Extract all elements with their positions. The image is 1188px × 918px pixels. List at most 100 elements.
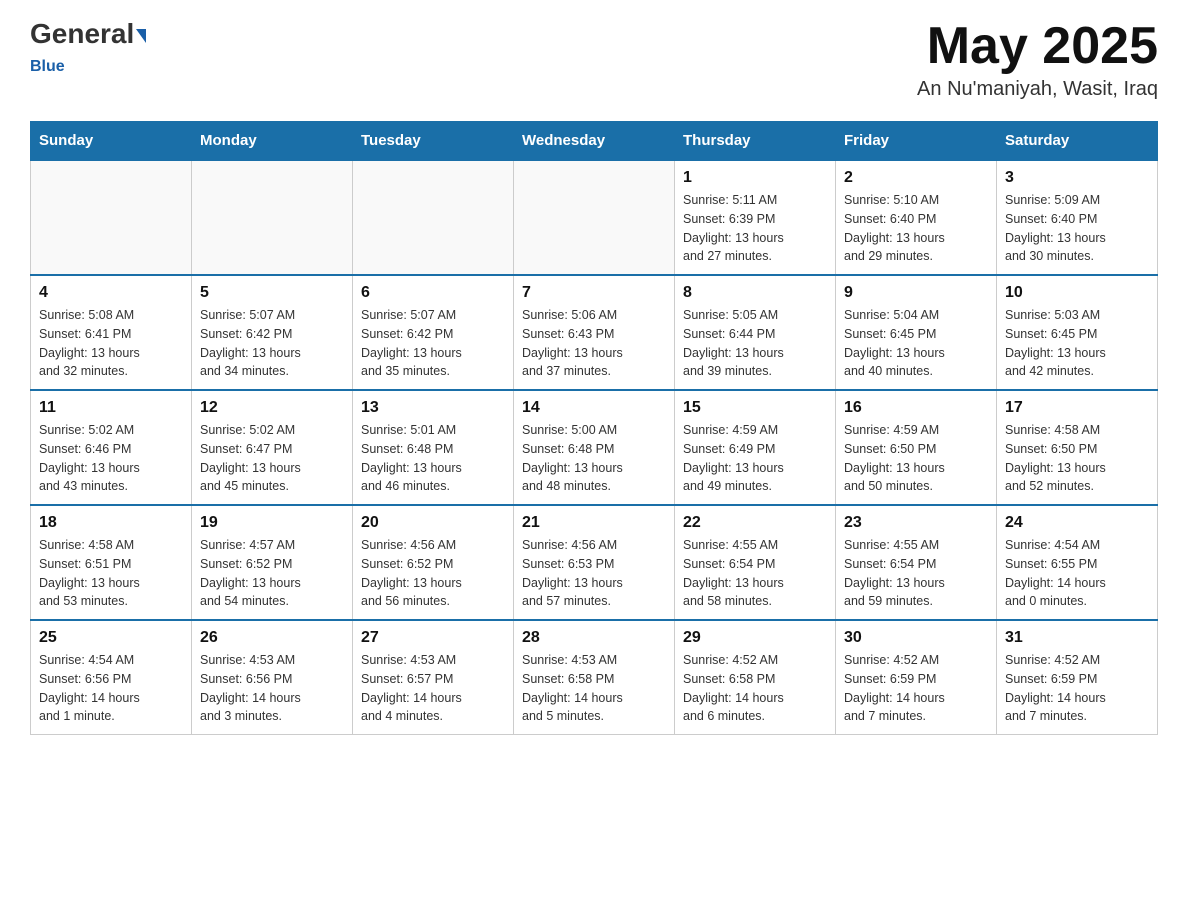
day-info: Sunrise: 4:52 AMSunset: 6:59 PMDaylight:… — [844, 651, 988, 726]
day-number: 24 — [1005, 514, 1149, 532]
calendar-cell — [514, 160, 675, 275]
calendar-cell: 28 Sunrise: 4:53 AMSunset: 6:58 PMDayligh… — [514, 620, 675, 735]
day-number: 1 — [683, 169, 827, 187]
day-number: 6 — [361, 284, 505, 302]
day-info: Sunrise: 4:53 AMSunset: 6:56 PMDaylight:… — [200, 651, 344, 726]
day-info: Sunrise: 5:01 AMSunset: 6:48 PMDaylight:… — [361, 421, 505, 496]
page-header: General Blue May 2025 An Nu'maniyah, Was… — [30, 20, 1158, 101]
day-number: 28 — [522, 629, 666, 647]
day-number: 29 — [683, 629, 827, 647]
day-number: 7 — [522, 284, 666, 302]
location-title: An Nu'maniyah, Wasit, Iraq — [917, 78, 1158, 101]
day-info: Sunrise: 5:10 AMSunset: 6:40 PMDaylight:… — [844, 191, 988, 266]
title-area: May 2025 An Nu'maniyah, Wasit, Iraq — [917, 20, 1158, 101]
calendar-cell: 22 Sunrise: 4:55 AMSunset: 6:54 PMDayligh… — [675, 505, 836, 620]
calendar-cell: 10 Sunrise: 5:03 AMSunset: 6:45 PMDayligh… — [997, 275, 1158, 390]
day-info: Sunrise: 5:04 AMSunset: 6:45 PMDaylight:… — [844, 306, 988, 381]
logo-triangle-icon — [136, 29, 146, 43]
day-info: Sunrise: 5:03 AMSunset: 6:45 PMDaylight:… — [1005, 306, 1149, 381]
calendar-cell: 20 Sunrise: 4:56 AMSunset: 6:52 PMDayligh… — [353, 505, 514, 620]
calendar-cell: 31 Sunrise: 4:52 AMSunset: 6:59 PMDayligh… — [997, 620, 1158, 735]
calendar-cell — [31, 160, 192, 275]
calendar-cell: 29 Sunrise: 4:52 AMSunset: 6:58 PMDayligh… — [675, 620, 836, 735]
day-number: 14 — [522, 399, 666, 417]
day-info: Sunrise: 4:56 AMSunset: 6:53 PMDaylight:… — [522, 536, 666, 611]
calendar-cell: 14Sunrise: 5:00 AMSunset: 6:48 PMDayligh… — [514, 390, 675, 505]
day-info: Sunrise: 4:58 AMSunset: 6:51 PMDaylight:… — [39, 536, 183, 611]
day-info: Sunrise: 5:07 AMSunset: 6:42 PMDaylight:… — [361, 306, 505, 381]
day-number: 21 — [522, 514, 666, 532]
calendar-cell: 23Sunrise: 4:55 AMSunset: 6:54 PMDayligh… — [836, 505, 997, 620]
month-year-title: May 2025 — [917, 20, 1158, 72]
calendar-cell: 5Sunrise: 5:07 AMSunset: 6:42 PMDaylight… — [192, 275, 353, 390]
day-info: Sunrise: 4:59 AMSunset: 6:49 PMDaylight:… — [683, 421, 827, 496]
calendar-cell: 27 Sunrise: 4:53 AMSunset: 6:57 PMDayligh… — [353, 620, 514, 735]
calendar-cell — [353, 160, 514, 275]
day-info: Sunrise: 4:53 AMSunset: 6:58 PMDaylight:… — [522, 651, 666, 726]
weekday-header-monday: Monday — [192, 122, 353, 161]
calendar-cell: 6 Sunrise: 5:07 AMSunset: 6:42 PMDaylight… — [353, 275, 514, 390]
day-number: 16 — [844, 399, 988, 417]
calendar-cell: 9 Sunrise: 5:04 AMSunset: 6:45 PMDaylight… — [836, 275, 997, 390]
day-info: Sunrise: 5:08 AMSunset: 6:41 PMDaylight:… — [39, 306, 183, 381]
day-info: Sunrise: 5:11 AMSunset: 6:39 PMDaylight:… — [683, 191, 827, 266]
calendar-cell: 11Sunrise: 5:02 AMSunset: 6:46 PMDayligh… — [31, 390, 192, 505]
calendar-cell: 7Sunrise: 5:06 AMSunset: 6:43 PMDaylight… — [514, 275, 675, 390]
calendar-cell: 17 Sunrise: 4:58 AMSunset: 6:50 PMDayligh… — [997, 390, 1158, 505]
calendar-cell: 15 Sunrise: 4:59 AMSunset: 6:49 PMDayligh… — [675, 390, 836, 505]
calendar-cell: 2 Sunrise: 5:10 AMSunset: 6:40 PMDaylight… — [836, 160, 997, 275]
day-info: Sunrise: 4:55 AMSunset: 6:54 PMDaylight:… — [683, 536, 827, 611]
calendar-cell: 26 Sunrise: 4:53 AMSunset: 6:56 PMDayligh… — [192, 620, 353, 735]
day-number: 10 — [1005, 284, 1149, 302]
day-number: 20 — [361, 514, 505, 532]
calendar-cell: 8 Sunrise: 5:05 AMSunset: 6:44 PMDaylight… — [675, 275, 836, 390]
logo-general: General — [30, 18, 134, 49]
day-info: Sunrise: 4:56 AMSunset: 6:52 PMDaylight:… — [361, 536, 505, 611]
weekday-header-wednesday: Wednesday — [514, 122, 675, 161]
weekday-header-friday: Friday — [836, 122, 997, 161]
calendar-cell: 30Sunrise: 4:52 AMSunset: 6:59 PMDayligh… — [836, 620, 997, 735]
day-info: Sunrise: 5:02 AMSunset: 6:47 PMDaylight:… — [200, 421, 344, 496]
weekday-header-sunday: Sunday — [31, 122, 192, 161]
calendar-cell: 1 Sunrise: 5:11 AMSunset: 6:39 PMDaylight… — [675, 160, 836, 275]
calendar-table: SundayMondayTuesdayWednesdayThursdayFrid… — [30, 121, 1158, 735]
day-info: Sunrise: 4:54 AMSunset: 6:56 PMDaylight:… — [39, 651, 183, 726]
day-number: 15 — [683, 399, 827, 417]
calendar-cell: 4Sunrise: 5:08 AMSunset: 6:41 PMDaylight… — [31, 275, 192, 390]
logo-blue: Blue — [30, 58, 65, 75]
calendar-cell: 12 Sunrise: 5:02 AMSunset: 6:47 PMDayligh… — [192, 390, 353, 505]
calendar-week-row: 1 Sunrise: 5:11 AMSunset: 6:39 PMDaylight… — [31, 160, 1158, 275]
calendar-week-row: 25 Sunrise: 4:54 AMSunset: 6:56 PMDayligh… — [31, 620, 1158, 735]
day-number: 22 — [683, 514, 827, 532]
day-info: Sunrise: 5:09 AMSunset: 6:40 PMDaylight:… — [1005, 191, 1149, 266]
day-number: 2 — [844, 169, 988, 187]
calendar-cell: 3 Sunrise: 5:09 AMSunset: 6:40 PMDaylight… — [997, 160, 1158, 275]
day-number: 23 — [844, 514, 988, 532]
day-number: 8 — [683, 284, 827, 302]
day-number: 26 — [200, 629, 344, 647]
day-number: 17 — [1005, 399, 1149, 417]
day-info: Sunrise: 4:53 AMSunset: 6:57 PMDaylight:… — [361, 651, 505, 726]
day-number: 25 — [39, 629, 183, 647]
day-number: 11 — [39, 399, 183, 417]
weekday-header-row: SundayMondayTuesdayWednesdayThursdayFrid… — [31, 122, 1158, 161]
day-number: 12 — [200, 399, 344, 417]
day-info: Sunrise: 4:58 AMSunset: 6:50 PMDaylight:… — [1005, 421, 1149, 496]
day-info: Sunrise: 4:52 AMSunset: 6:59 PMDaylight:… — [1005, 651, 1149, 726]
day-info: Sunrise: 4:52 AMSunset: 6:58 PMDaylight:… — [683, 651, 827, 726]
calendar-cell — [192, 160, 353, 275]
day-number: 27 — [361, 629, 505, 647]
calendar-cell: 18 Sunrise: 4:58 AMSunset: 6:51 PMDayligh… — [31, 505, 192, 620]
day-info: Sunrise: 5:05 AMSunset: 6:44 PMDaylight:… — [683, 306, 827, 381]
calendar-cell: 24 Sunrise: 4:54 AMSunset: 6:55 PMDayligh… — [997, 505, 1158, 620]
day-info: Sunrise: 4:57 AMSunset: 6:52 PMDaylight:… — [200, 536, 344, 611]
day-number: 31 — [1005, 629, 1149, 647]
day-number: 3 — [1005, 169, 1149, 187]
day-info: Sunrise: 4:54 AMSunset: 6:55 PMDaylight:… — [1005, 536, 1149, 611]
day-number: 9 — [844, 284, 988, 302]
calendar-cell: 19Sunrise: 4:57 AMSunset: 6:52 PMDayligh… — [192, 505, 353, 620]
calendar-week-row: 18 Sunrise: 4:58 AMSunset: 6:51 PMDayligh… — [31, 505, 1158, 620]
day-number: 18 — [39, 514, 183, 532]
calendar-cell: 13Sunrise: 5:01 AMSunset: 6:48 PMDayligh… — [353, 390, 514, 505]
calendar-week-row: 4Sunrise: 5:08 AMSunset: 6:41 PMDaylight… — [31, 275, 1158, 390]
